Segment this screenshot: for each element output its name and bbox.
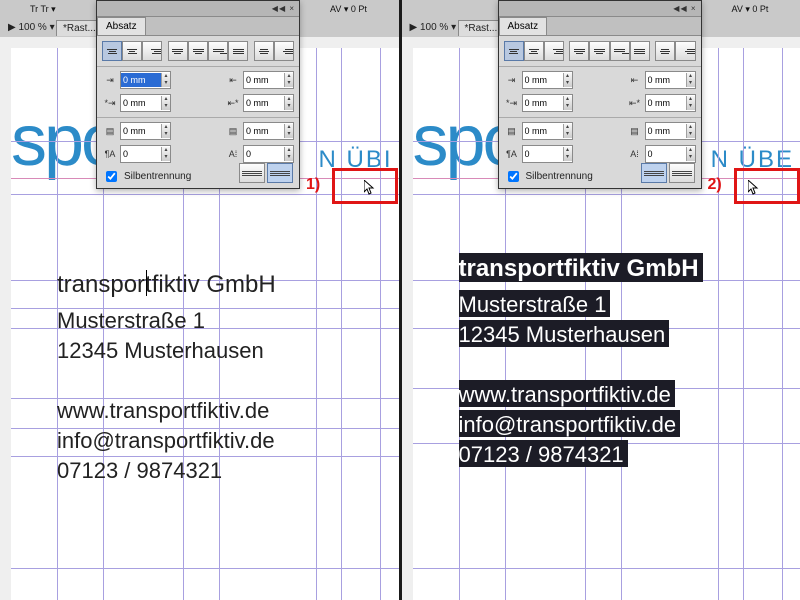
address-block-left[interactable]: transportfiktiv GmbH Musterstraße 1 1234… <box>57 270 276 486</box>
justify-center-icon[interactable] <box>188 41 208 61</box>
city-line: 12345 Musterhausen <box>57 336 276 366</box>
align-to-baseline-grid-icon[interactable] <box>669 163 695 183</box>
company-line: transportfiktiv GmbH <box>57 270 276 300</box>
address-block-right[interactable]: transportfiktiv GmbH Musterstraße 1 1234… <box>459 254 703 470</box>
justify-left-icon[interactable] <box>168 41 188 61</box>
left-indent-field[interactable]: ▴▾ <box>522 71 573 89</box>
justify-right-icon[interactable] <box>208 41 228 61</box>
right-pane: T ▾ (12Pt) AV ▾ 0 Pt ▶ 100 % ▾ *Rast... … <box>399 0 800 600</box>
align-toward-spine-icon[interactable] <box>655 41 675 61</box>
dropcap-lines-icon: ¶A <box>504 146 520 162</box>
last-line-indent-icon: ⇤* <box>225 95 241 111</box>
first-line-indent-icon: *⇥ <box>102 95 118 111</box>
no-baseline-grid-icon[interactable] <box>641 163 667 183</box>
panel-tab-absatz[interactable]: Absatz <box>499 17 548 35</box>
first-line-indent-field[interactable]: ▴▾ <box>522 94 573 112</box>
hyphenation-label: Silbentrennung <box>526 171 593 182</box>
last-line-indent-icon: ⇤* <box>627 95 643 111</box>
space-before-icon: ▤ <box>102 123 118 139</box>
annotation-label-2: 2) <box>708 176 722 194</box>
justify-right-icon[interactable] <box>610 41 630 61</box>
space-before-field[interactable]: ▴▾ <box>522 122 573 140</box>
align-center-icon[interactable] <box>524 41 544 61</box>
justify-left-icon[interactable] <box>569 41 589 61</box>
hyphenation-checkbox[interactable] <box>106 171 117 182</box>
left-indent-icon: ⇥ <box>504 72 520 88</box>
mail-line: info@transportfiktiv.de <box>57 426 276 456</box>
hyphenation-checkbox[interactable] <box>508 171 519 182</box>
web-line: www.transportfiktiv.de <box>57 396 276 426</box>
web-line: www.transportfiktiv.de <box>459 380 703 410</box>
justify-full-icon[interactable] <box>630 41 650 61</box>
mail-line: info@transportfiktiv.de <box>459 410 703 440</box>
paragraph-panel[interactable]: ◀◀ × Absatz ⇥ <box>498 0 702 189</box>
right-indent-field[interactable]: ▴▾ <box>645 71 696 89</box>
street-line: Musterstraße 1 <box>57 306 276 336</box>
space-after-field[interactable]: ▴▾ <box>645 122 696 140</box>
no-baseline-grid-icon[interactable] <box>239 163 265 183</box>
left-indent-icon: ⇥ <box>102 72 118 88</box>
dropcap-lines-field[interactable]: ▴▾ <box>120 145 171 163</box>
right-indent-icon: ⇤ <box>225 72 241 88</box>
dropcap-chars-icon: A⁞ <box>627 146 643 162</box>
last-line-indent-field[interactable]: ▴▾ <box>243 94 294 112</box>
left-pane: Tr Tr ▾ Aa ▾ T ▾ (12Pt) AV ▾ 0 Pt ▶ 100 … <box>0 0 399 600</box>
align-away-spine-icon[interactable] <box>675 41 695 61</box>
dropcap-chars-field[interactable]: ▴▾ <box>243 145 294 163</box>
panel-tab-absatz[interactable]: Absatz <box>97 17 146 35</box>
right-indent-icon: ⇤ <box>627 72 643 88</box>
first-line-indent-field[interactable]: ▴▾ <box>120 94 171 112</box>
justify-full-icon[interactable] <box>228 41 248 61</box>
left-indent-field[interactable]: ▴▾ <box>120 71 171 89</box>
street-line: Musterstraße 1 <box>459 290 703 320</box>
annotation-label-1: 1) <box>306 176 320 194</box>
align-toward-spine-icon[interactable] <box>254 41 274 61</box>
right-indent-field[interactable]: ▴▾ <box>243 71 294 89</box>
space-before-field[interactable]: ▴▾ <box>120 122 171 140</box>
justify-center-icon[interactable] <box>589 41 609 61</box>
panel-header[interactable]: ◀◀ × <box>499 1 701 17</box>
city-line: 12345 Musterhausen <box>459 320 703 350</box>
align-away-spine-icon[interactable] <box>274 41 294 61</box>
space-after-icon: ▤ <box>627 123 643 139</box>
align-row <box>102 41 294 61</box>
space-before-icon: ▤ <box>504 123 520 139</box>
hyphenation-label: Silbentrennung <box>124 171 191 182</box>
align-to-baseline-grid-icon[interactable] <box>267 163 293 183</box>
phone-line: 07123 / 9874321 <box>57 456 276 486</box>
text-cursor <box>146 270 147 296</box>
dropcap-chars-icon: A⁞ <box>225 146 241 162</box>
dropcap-chars-field[interactable]: ▴▾ <box>645 145 696 163</box>
dropcap-lines-icon: ¶A <box>102 146 118 162</box>
last-line-indent-field[interactable]: ▴▾ <box>645 94 696 112</box>
phone-line: 07123 / 9874321 <box>459 440 703 470</box>
align-right-icon[interactable] <box>142 41 162 61</box>
annotation-box-1 <box>332 168 398 204</box>
align-left-icon[interactable] <box>102 41 122 61</box>
company-line: transportfiktiv GmbH <box>459 254 703 284</box>
zoom-level[interactable]: ▶ 100 % ▾ <box>410 22 457 33</box>
zoom-level[interactable]: ▶ 100 % ▾ <box>8 22 55 33</box>
annotation-box-2 <box>734 168 800 204</box>
first-line-indent-icon: *⇥ <box>504 95 520 111</box>
align-left-icon[interactable] <box>504 41 524 61</box>
dropcap-lines-field[interactable]: ▴▾ <box>522 145 573 163</box>
space-after-field[interactable]: ▴▾ <box>243 122 294 140</box>
space-after-icon: ▤ <box>225 123 241 139</box>
align-center-icon[interactable] <box>122 41 142 61</box>
panel-header[interactable]: ◀◀ × <box>97 1 299 17</box>
align-right-icon[interactable] <box>544 41 564 61</box>
paragraph-panel[interactable]: ◀◀ × Absatz ⇥ <box>96 0 300 189</box>
